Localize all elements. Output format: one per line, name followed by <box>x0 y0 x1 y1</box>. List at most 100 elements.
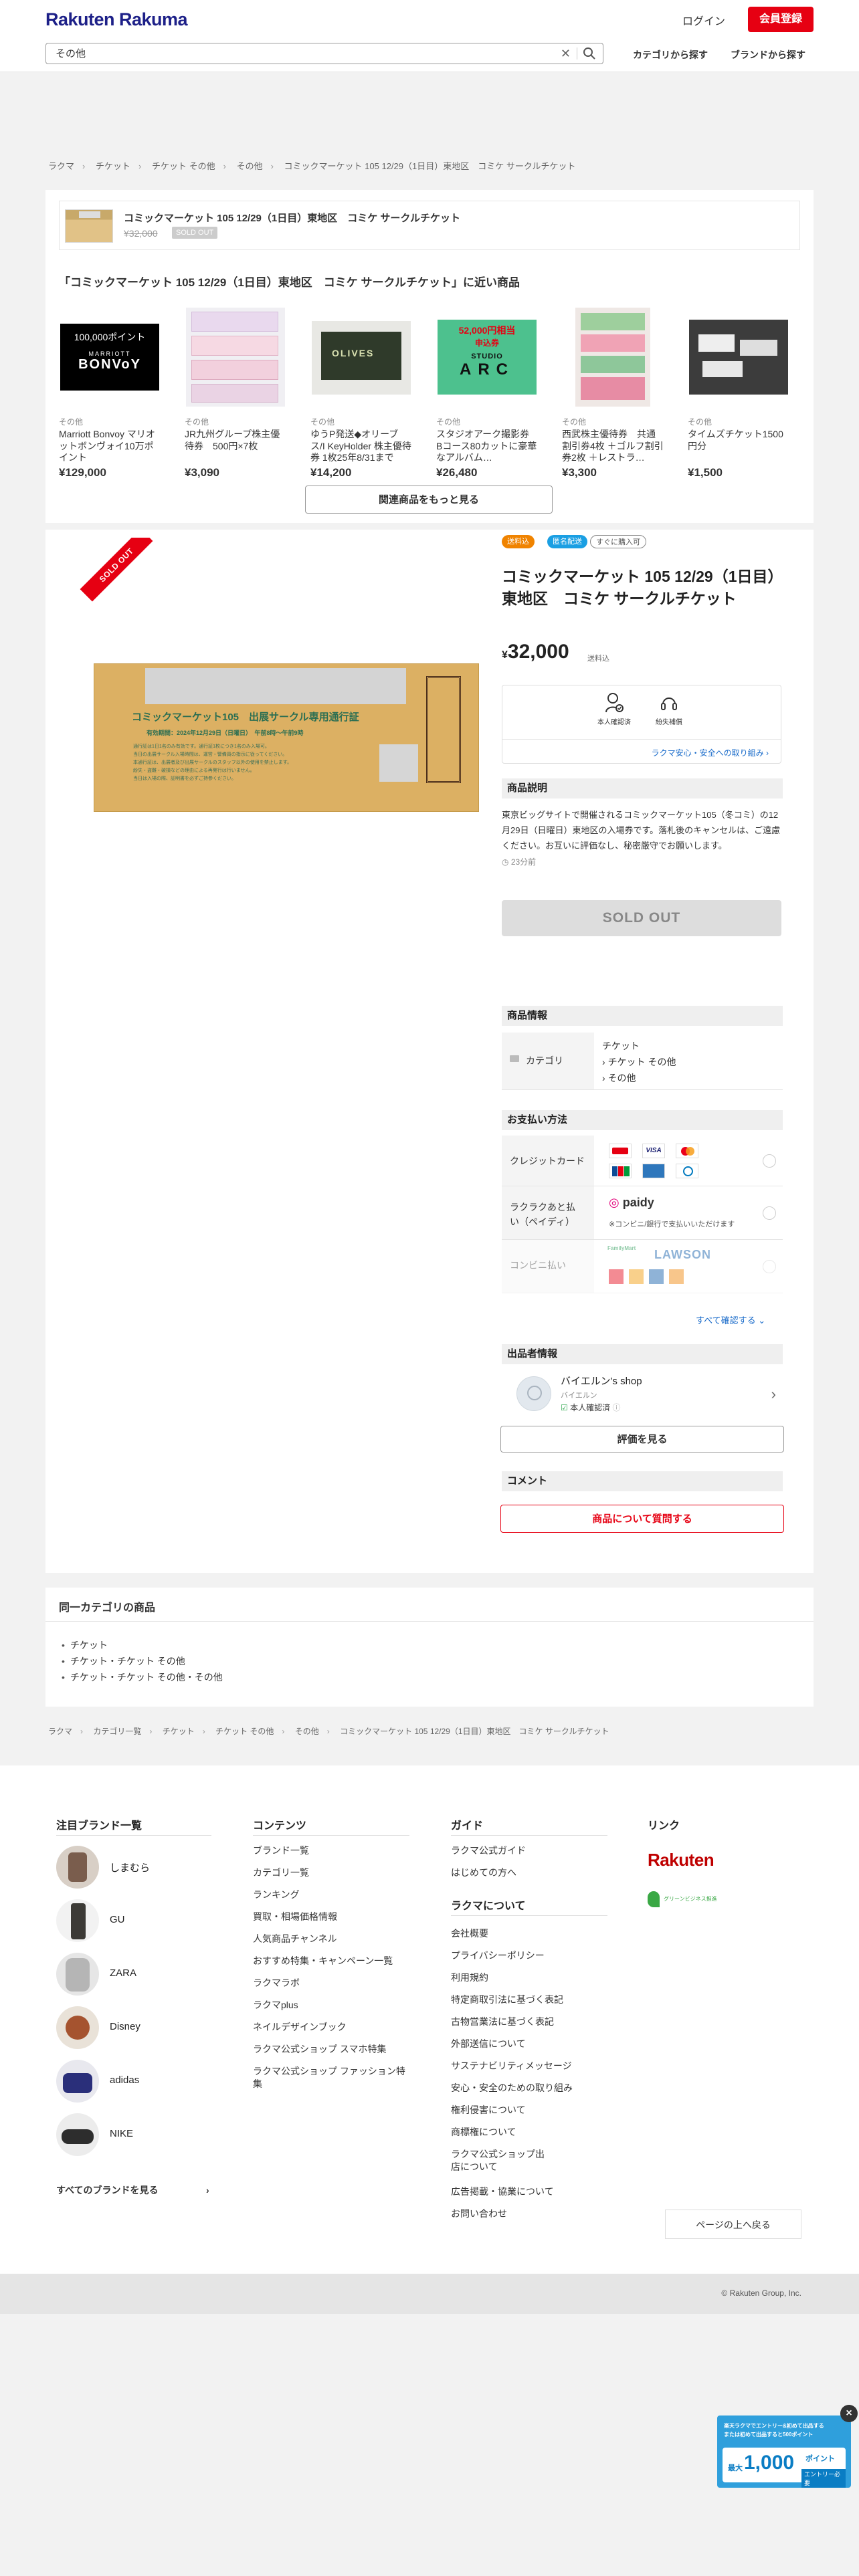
breadcrumb-item[interactable]: チケット <box>163 1727 195 1736</box>
product-summary-card[interactable]: コミックマーケット 105 12/29（1日目）東地区 コミケ サークルチケット… <box>59 201 800 250</box>
breadcrumb-item[interactable]: ラクマ <box>48 1727 72 1736</box>
seller-card[interactable]: バイエルン's shop バイエルン ☑ 本人確認済 ⓘ › <box>502 1370 783 1418</box>
related-item[interactable]: その他 タイムズチケット1500円分 ¥1,500 <box>688 308 789 479</box>
page-top-button[interactable]: ページの上へ戻る <box>665 2210 801 2239</box>
related-item[interactable]: その他 西武株主優待券 共通割引券4枚 ＋ゴルフ割引券2枚 ＋レストラ… ¥3,… <box>562 308 664 479</box>
more-related-button[interactable]: 関連商品をもっと見る <box>305 486 553 514</box>
brand-image <box>56 1846 99 1889</box>
related-item-price: ¥129,000 <box>59 466 106 479</box>
footer-link[interactable]: 買取・相場価格情報 <box>253 1911 337 1923</box>
breadcrumb-item[interactable]: ラクマ <box>48 161 74 171</box>
footer-link[interactable]: ランキング <box>253 1889 300 1901</box>
footer-link[interactable]: カテゴリ一覧 <box>253 1866 309 1879</box>
payment-convenience-row[interactable]: コンビニ払い FamilyMart LAWSON <box>502 1240 783 1293</box>
same-category-link[interactable]: チケット・チケット その他 <box>62 1653 223 1669</box>
breadcrumb-item[interactable]: カテゴリ一覧 <box>93 1727 141 1736</box>
footer-link[interactable]: ブランド一覧 <box>253 1844 309 1857</box>
payment-credit-row[interactable]: クレジットカード VISA <box>502 1136 783 1186</box>
footer-link[interactable]: サステナビリティメッセージ <box>451 2060 572 2072</box>
product-image[interactable]: SOLD OUT コミックマーケット105 出展サークル専用通行証 有効期間：2… <box>72 538 500 954</box>
brand-link-gu[interactable]: GU <box>56 1899 210 1945</box>
same-category-list: チケット チケット・チケット その他 チケット・チケット その他・その他 <box>62 1637 223 1685</box>
identity-verified: 本人確認済 <box>591 692 638 726</box>
footer-link[interactable]: 人気商品チャンネル <box>253 1933 337 1945</box>
login-link[interactable]: ログイン <box>682 12 725 28</box>
footer-link[interactable]: 会社概要 <box>451 1927 488 1940</box>
brand-name: Disney <box>110 2021 140 2032</box>
nav-category-link[interactable]: カテゴリから探す <box>633 48 708 62</box>
chevron-down-icon[interactable] <box>763 1260 776 1273</box>
brand-link-shimamura[interactable]: しまむら <box>56 1846 210 1891</box>
same-category-link[interactable]: チケット <box>62 1637 223 1653</box>
brand-link-disney[interactable]: Disney <box>56 2006 210 2052</box>
breadcrumb-item[interactable]: チケット <box>96 161 130 171</box>
related-img-text: 52,000円相当 <box>458 325 516 336</box>
all-brands-link[interactable]: すべてのブランドを見る › <box>56 2184 209 2197</box>
ticket-photo: コミックマーケット105 出展サークル専用通行証 有効期間：2024年12月29… <box>94 663 479 812</box>
breadcrumb-item[interactable]: チケット その他 <box>152 161 215 171</box>
breadcrumb-current: コミックマーケット 105 12/29（1日目）東地区 コミケ サークルチケット <box>340 1727 609 1736</box>
campaign-banner[interactable]: 楽天ラクマでエントリー&初めて出品する または初めて出品すると500ポイント 最… <box>717 2416 851 2488</box>
chevron-down-icon[interactable] <box>763 1154 776 1168</box>
payment-paidy-row[interactable]: ラクラクあと払い（ペイディ） ◎ paidy ※コンビニ/銀行で支払いいただけま… <box>502 1186 783 1240</box>
related-heading: 「コミックマーケット 105 12/29（1日目）東地区 コミケ サークルチケッ… <box>59 276 520 289</box>
footer-link[interactable]: 外部送信について <box>451 2038 526 2050</box>
category-link[interactable]: › チケット その他 <box>602 1054 676 1070</box>
category-link[interactable]: チケット <box>602 1038 676 1054</box>
footer-link[interactable]: 古物営業法に基づく表記 <box>451 2016 554 2028</box>
related-item-image: OLIVES <box>312 321 411 395</box>
copyright-bar: © Rakuten Group, Inc. <box>0 2274 859 2314</box>
breadcrumb-current: コミックマーケット 105 12/29（1日目）東地区 コミケ サークルチケット <box>284 161 576 171</box>
view-reviews-button[interactable]: 評価を見る <box>500 1426 784 1453</box>
footer-link[interactable]: はじめての方へ <box>451 1866 516 1879</box>
footer-link[interactable]: お問い合わせ <box>451 2208 507 2220</box>
sold-out-button[interactable]: SOLD OUT <box>502 900 781 936</box>
breadcrumb-item[interactable]: その他 <box>295 1727 319 1736</box>
category-link[interactable]: › その他 <box>602 1070 676 1086</box>
close-icon[interactable]: × <box>840 2405 858 2422</box>
related-item-category: その他 <box>310 417 335 427</box>
footer-link[interactable]: 特定商取引法に基づく表記 <box>451 1994 563 2006</box>
search-input[interactable] <box>56 47 524 59</box>
register-button[interactable]: 会員登録 <box>748 7 814 32</box>
footer-link[interactable]: おすすめ特集・キャンペーン一覧 <box>253 1955 393 1967</box>
breadcrumb-item[interactable]: その他 <box>237 161 263 171</box>
related-item[interactable]: 52,000円相当 申込券 STUDIO ARC その他 スタジオアーク撮影券 … <box>436 308 538 479</box>
brand-link-adidas[interactable]: adidas <box>56 2060 210 2105</box>
green-business-badge[interactable]: グリーンビジネス推進 <box>648 1890 725 1910</box>
footer-link[interactable]: ラクマ公式ショップ ファッション特集 <box>253 2065 413 2090</box>
see-all-payments-link[interactable]: すべて確認する ⌄ <box>696 1313 765 1326</box>
brand-name: adidas <box>110 2074 140 2086</box>
ask-question-button[interactable]: 商品について質問する <box>500 1505 784 1533</box>
category-row: カテゴリ チケット › チケット その他 › その他 <box>502 1033 783 1090</box>
leaf-icon <box>648 1891 660 1907</box>
rakuma-logo[interactable]: Rakuten Rakuma <box>45 9 188 30</box>
footer-link[interactable]: 安心・安全のための取り組み <box>451 2082 573 2095</box>
footer-link[interactable]: ラクマ公式ショップ出店について <box>451 2148 551 2173</box>
footer-link[interactable]: ラクマ公式ガイド <box>451 1844 526 1857</box>
brand-link-zara[interactable]: ZARA <box>56 1953 210 1998</box>
footer-link[interactable]: ラクマ公式ショップ スマホ特集 <box>253 2043 386 2056</box>
breadcrumb-item[interactable]: チケット その他 <box>215 1727 274 1736</box>
nav-brand-link[interactable]: ブランドから探す <box>731 48 805 62</box>
footer-link[interactable]: 広告掲載・協業について <box>451 2185 554 2198</box>
footer-link[interactable]: ネイルデザインブック <box>253 2021 347 2034</box>
safety-link[interactable]: ラクマ安心・安全への取り組み › <box>652 747 769 758</box>
footer-link[interactable]: プライバシーポリシー <box>451 1949 545 1962</box>
chevron-down-icon[interactable] <box>763 1206 776 1220</box>
footer-link[interactable]: ラクマラボ <box>253 1977 300 1990</box>
footer-link[interactable]: 権利侵害について <box>451 2104 526 2117</box>
search-icon[interactable] <box>583 47 596 60</box>
rakuten-logo[interactable]: Rakuten <box>648 1850 714 1870</box>
footer-link[interactable]: ラクマplus <box>253 1999 298 2012</box>
site-footer: 注目ブランド一覧 しまむら GU ZARA Disney adidas NIKE… <box>0 1765 859 2274</box>
clear-icon[interactable]: ✕ <box>561 47 571 61</box>
related-item[interactable]: その他 JR九州グループ株主優待券 500円×7枚 ¥3,090 <box>185 308 286 479</box>
brand-link-nike[interactable]: NIKE <box>56 2113 210 2159</box>
category-label-text: カテゴリ <box>526 1055 563 1066</box>
related-item[interactable]: OLIVES その他 ゆうP発送◆オリーブス/I KeyHolder 株主優待券… <box>310 308 412 479</box>
footer-link[interactable]: 商標権について <box>451 2126 516 2139</box>
related-item[interactable]: 100,000ポイント MARRIOTT BONVoY その他 Marriott… <box>59 308 161 479</box>
footer-link[interactable]: 利用規約 <box>451 1971 488 1984</box>
same-category-link[interactable]: チケット・チケット その他・その他 <box>62 1669 223 1685</box>
